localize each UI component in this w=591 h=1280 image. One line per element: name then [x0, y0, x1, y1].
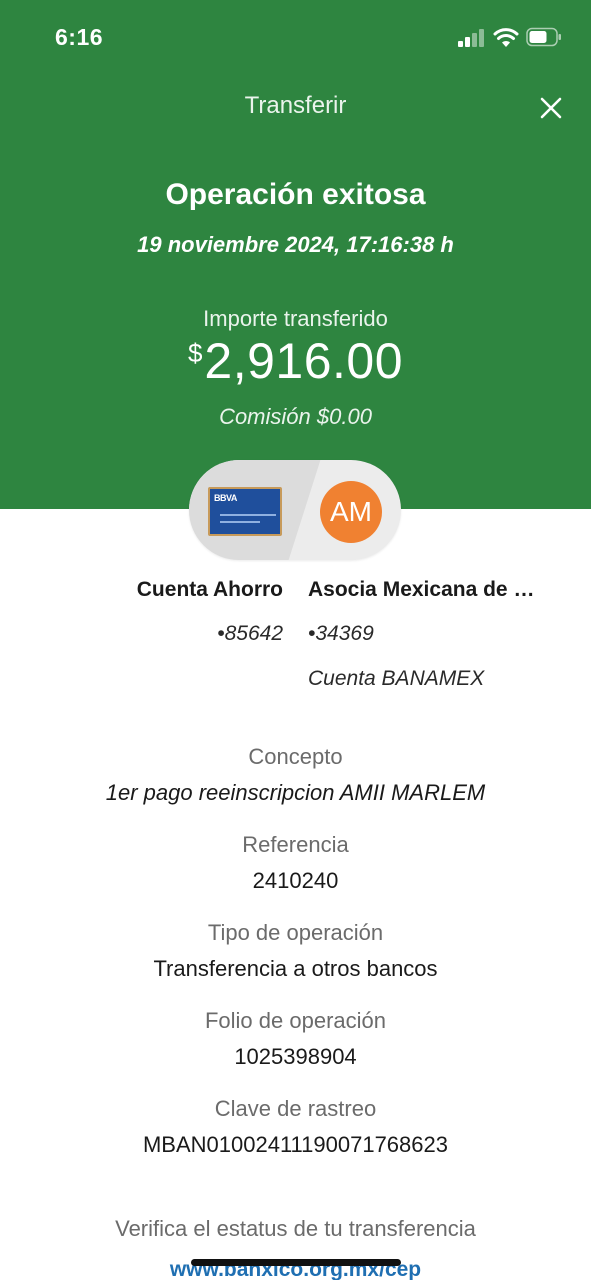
concept-value: 1er pago reeinscripcion AMII MARLEM	[105, 780, 486, 805]
from-account-name: Cuenta Ahorro	[136, 578, 283, 601]
transfer-visual: BBVA AM	[189, 460, 401, 560]
reference-label: Referencia	[242, 832, 349, 857]
reference-value: 2410240	[252, 868, 339, 893]
tracking-key-label: Clave de rastreo	[214, 1096, 377, 1121]
close-icon[interactable]	[535, 92, 567, 124]
tracking-key-value: MBAN01002411190071768623	[142, 1132, 448, 1157]
success-header: 6:16 Transferir Operación exitosa 19 nov…	[0, 0, 591, 509]
bank-card-icon: BBVA	[208, 487, 282, 536]
folio-value: 1025398904	[234, 1044, 357, 1069]
commission: Comisión $0.00	[219, 404, 372, 429]
amount-number: 2,916.00	[204, 333, 404, 389]
to-account-bank: Cuenta BANAMEX	[308, 667, 485, 690]
card-logo: BBVA	[214, 493, 237, 503]
to-account-name: Asocia Mexicana de Ingenieros Industrial…	[308, 578, 538, 601]
operation-type-value: Transferencia a otros bancos	[153, 956, 438, 981]
amount-label: Importe transferido	[203, 306, 388, 331]
operation-date: 19 noviembre 2024, 17:16:38 h	[137, 232, 454, 257]
amount-value: $2,916.00	[0, 332, 591, 390]
status-bar: 6:16	[0, 0, 591, 76]
status-time: 6:16	[55, 24, 104, 50]
wifi-icon	[493, 28, 519, 47]
to-account-number: •34369	[308, 622, 374, 645]
home-indicator[interactable]	[191, 1259, 401, 1266]
nav-title: Transferir	[244, 92, 347, 119]
from-account-number: •85642	[217, 622, 283, 645]
verify-text: Verifica el estatus de tu transferencia	[115, 1216, 476, 1241]
cellular-signal-icon	[458, 29, 486, 47]
currency-symbol: $	[187, 338, 203, 368]
concept-label: Concepto	[248, 744, 343, 769]
folio-label: Folio de operación	[204, 1008, 386, 1033]
recipient-avatar: AM	[320, 481, 382, 543]
operation-type-label: Tipo de operación	[207, 920, 384, 945]
operation-title: Operación exitosa	[165, 178, 426, 211]
battery-icon	[526, 27, 561, 47]
